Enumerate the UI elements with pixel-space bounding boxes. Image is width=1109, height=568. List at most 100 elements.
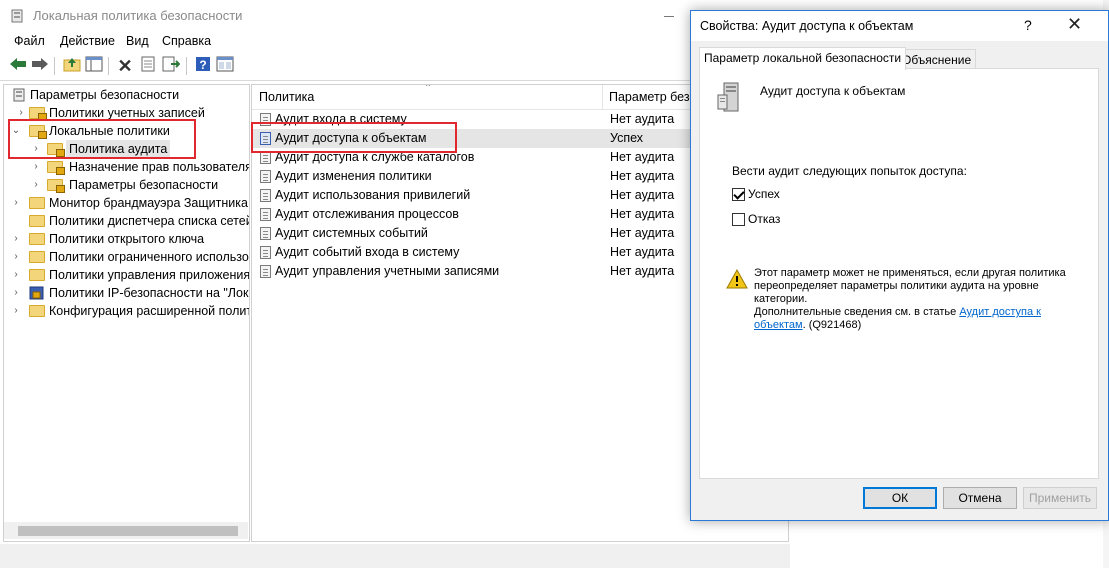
status-bar bbox=[0, 544, 790, 568]
chevron-right-icon[interactable]: › bbox=[11, 248, 21, 266]
tree-item-label: Параметры безопасности bbox=[30, 88, 180, 102]
tree-item-firewall-monitor[interactable]: › Монитор брандмауэра Защитника W bbox=[4, 194, 249, 212]
more-info-prefix: Дополнительные сведения см. в статье bbox=[754, 306, 960, 318]
policy-value: Нет аудита bbox=[610, 264, 675, 278]
ok-button[interactable]: ОК bbox=[863, 487, 937, 509]
folder-icon bbox=[29, 233, 45, 245]
console-icon[interactable] bbox=[215, 56, 235, 76]
back-arrow-icon[interactable] bbox=[8, 56, 28, 76]
warning-icon bbox=[726, 268, 748, 289]
success-checkbox[interactable] bbox=[732, 188, 745, 201]
properties-icon[interactable] bbox=[138, 56, 158, 76]
failure-checkbox[interactable] bbox=[732, 213, 745, 226]
policy-value: Нет аудита bbox=[610, 188, 675, 202]
policy-name: Аудит отслеживания процессов bbox=[275, 207, 459, 221]
warning-text: Этот параметр может не применяться, если… bbox=[754, 267, 1066, 305]
policy-icon bbox=[260, 246, 271, 259]
title-bar: Локальная политика безопасности bbox=[0, 0, 790, 32]
toolbar-divider bbox=[0, 80, 790, 81]
column-policy[interactable]: Политика bbox=[259, 90, 314, 104]
show-tree-icon[interactable] bbox=[84, 56, 104, 76]
policy-name: Аудит системных событий bbox=[275, 226, 428, 240]
tree-item-label: Политики ограниченного использо bbox=[49, 250, 249, 264]
tree-item-public-key[interactable]: › Политики открытого ключа bbox=[4, 230, 249, 248]
folder-icon bbox=[29, 305, 45, 317]
sort-up-icon: ⌃ bbox=[424, 84, 433, 94]
policy-value: Нет аудита bbox=[610, 150, 675, 164]
chevron-right-icon[interactable]: › bbox=[11, 230, 21, 248]
dialog-title: Свойства: Аудит доступа к объектам bbox=[700, 19, 914, 33]
chevron-right-icon[interactable]: › bbox=[11, 266, 21, 284]
tree-item-security-options[interactable]: › Параметры безопасности bbox=[4, 176, 249, 194]
tree-item-label: Политики диспетчера списка сетей bbox=[49, 214, 250, 228]
export-list-icon[interactable] bbox=[161, 56, 181, 76]
folder-icon bbox=[29, 269, 45, 281]
highlight-box-list bbox=[251, 122, 457, 153]
tree-item-label: Параметры безопасности bbox=[69, 178, 219, 192]
menu-help[interactable]: Справка bbox=[162, 34, 211, 48]
column-divider[interactable] bbox=[602, 85, 603, 109]
cancel-button[interactable]: Отмена bbox=[943, 487, 1017, 509]
tree-item-app-control[interactable]: › Политики управления приложения bbox=[4, 266, 249, 284]
policy-value: Нет аудита bbox=[610, 112, 675, 126]
tree-item-network-list[interactable]: Политики диспетчера списка сетей bbox=[4, 212, 249, 230]
policy-value: Нет аудита bbox=[610, 169, 675, 183]
column-setting[interactable]: Параметр безо bbox=[609, 90, 696, 104]
tree-item-advanced-audit[interactable]: › Конфигурация расширенной полит bbox=[4, 302, 249, 320]
policy-name-label: Аудит доступа к объектам bbox=[760, 84, 906, 98]
help-button[interactable]: ? bbox=[1024, 17, 1032, 33]
highlight-box-tree bbox=[8, 119, 196, 159]
policy-icon bbox=[260, 189, 271, 202]
server-icon bbox=[716, 81, 742, 113]
minimize-button[interactable] bbox=[650, 0, 690, 32]
audit-prompt-label: Вести аудит следующих попыток доступа: bbox=[732, 164, 967, 178]
policy-icon bbox=[260, 265, 271, 278]
close-button[interactable]: ✕ bbox=[1067, 14, 1082, 35]
policy-icon bbox=[260, 170, 271, 183]
policy-value: Нет аудита bbox=[610, 226, 675, 240]
chevron-right-icon[interactable]: › bbox=[31, 158, 41, 176]
tab-panel: Аудит доступа к объектам Вести аудит сле… bbox=[699, 68, 1099, 479]
scrollbar-thumb[interactable] bbox=[18, 526, 238, 536]
policy-name: Аудит использования привилегий bbox=[275, 188, 471, 202]
help-icon[interactable]: ? bbox=[193, 56, 213, 76]
tree-item-software-restriction[interactable]: › Политики ограниченного использо bbox=[4, 248, 249, 266]
app-icon bbox=[10, 9, 24, 23]
menu-bar: Файл Действие Вид Справка bbox=[0, 32, 790, 52]
policy-value: Успех bbox=[610, 131, 644, 145]
tree-item-user-rights[interactable]: › Назначение прав пользователя bbox=[4, 158, 249, 176]
dialog-title-bar: Свойства: Аудит доступа к объектам ? ✕ bbox=[691, 11, 1108, 41]
tree-item-label: Назначение прав пользователя bbox=[69, 160, 250, 174]
tab-explain[interactable]: Объяснение bbox=[897, 49, 977, 69]
tree-item-security-settings-root[interactable]: Параметры безопасности bbox=[4, 86, 249, 104]
chevron-right-icon[interactable]: › bbox=[11, 194, 21, 212]
folder-lock-icon bbox=[47, 161, 65, 175]
toolbar: ✕ ? bbox=[0, 53, 790, 79]
forward-arrow-icon[interactable] bbox=[30, 56, 50, 76]
chevron-right-icon[interactable]: › bbox=[11, 302, 21, 320]
folder-lock-icon bbox=[47, 179, 65, 193]
toolbar-separator bbox=[54, 57, 55, 75]
tree-horizontal-scrollbar[interactable] bbox=[4, 522, 248, 539]
tree-item-label: Конфигурация расширенной полит bbox=[49, 304, 250, 318]
apply-button[interactable]: Применить bbox=[1023, 487, 1097, 509]
tree-item-label: Политики управления приложения bbox=[49, 268, 250, 282]
policy-name: Аудит событий входа в систему bbox=[275, 245, 460, 259]
delete-icon[interactable]: ✕ bbox=[115, 56, 135, 76]
menu-action[interactable]: Действие bbox=[60, 34, 115, 48]
folder-lock-icon bbox=[29, 107, 47, 121]
policy-value: Нет аудита bbox=[610, 245, 675, 259]
menu-file[interactable]: Файл bbox=[14, 34, 45, 48]
menu-view[interactable]: Вид bbox=[126, 34, 149, 48]
warning-text-block: Этот параметр может не применяться, если… bbox=[754, 267, 1074, 332]
tab-local-security-setting[interactable]: Параметр локальной безопасности bbox=[699, 47, 907, 70]
policy-icon bbox=[260, 208, 271, 221]
up-folder-icon[interactable] bbox=[62, 56, 82, 76]
folder-icon bbox=[29, 197, 45, 209]
more-info-suffix: . (Q921468) bbox=[802, 319, 862, 331]
folder-icon bbox=[29, 215, 45, 227]
chevron-right-icon[interactable]: › bbox=[31, 176, 41, 194]
security-settings-icon bbox=[13, 88, 25, 102]
chevron-right-icon[interactable]: › bbox=[11, 284, 21, 302]
tree-item-ip-security[interactable]: › Политики IP-безопасности на "Лока bbox=[4, 284, 249, 302]
